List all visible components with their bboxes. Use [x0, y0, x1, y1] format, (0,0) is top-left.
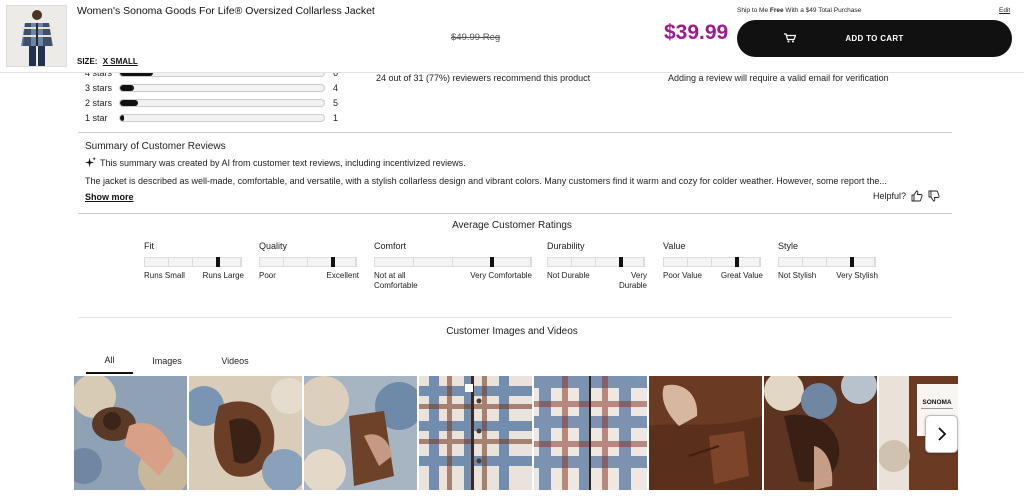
thumbs-down-icon[interactable] — [928, 190, 940, 202]
star-row-label: 2 stars — [85, 98, 113, 108]
product-thumbnail[interactable] — [6, 5, 67, 67]
ship-prefix: Ship to Me — [737, 7, 770, 14]
rating-name: Fit — [144, 241, 154, 251]
rating-marker — [331, 257, 335, 267]
rating-marker — [619, 257, 623, 267]
add-to-cart-button[interactable]: ADD TO CART — [737, 20, 1012, 57]
star-row-fill — [120, 115, 125, 121]
star-row-bar — [119, 99, 325, 107]
size-selection: SIZE: X SMALL — [77, 57, 138, 66]
review-email-note: Adding a review will require a valid ema… — [668, 73, 889, 83]
sonoma-tag-text: SONOMA — [922, 399, 952, 406]
summary-text: The jacket is described as well-made, co… — [85, 176, 887, 186]
rating-scale — [259, 257, 357, 267]
section-divider — [78, 132, 952, 133]
rating-style: Style Not Stylish Very Stylish — [778, 241, 878, 281]
summary-title: Summary of Customer Reviews — [85, 141, 226, 152]
edit-shipping-link[interactable]: Edit — [999, 7, 1010, 14]
rating-marker — [490, 257, 494, 267]
rating-quality: Quality Poor Excellent — [259, 241, 359, 281]
star-row-fill — [120, 100, 139, 106]
rating-durability: Durability Not Durable Very Durable — [547, 241, 647, 291]
rating-name: Durability — [547, 241, 585, 251]
rating-scale — [374, 257, 532, 267]
section-divider — [78, 213, 952, 214]
customer-photo[interactable] — [419, 376, 532, 490]
recommend-text: 24 out of 31 (77%) reviewers recommend t… — [376, 73, 591, 83]
star-row-bar — [119, 84, 325, 92]
rating-marker — [850, 257, 854, 267]
average-ratings-title: Average Customer Ratings — [452, 220, 572, 231]
rating-low-label: Not at all Comfortable — [374, 271, 418, 290]
rating-marker — [216, 257, 220, 267]
tab-all[interactable]: All — [86, 347, 133, 374]
chevron-right-icon — [937, 427, 946, 441]
add-to-cart-label: ADD TO CART — [845, 34, 904, 43]
rating-value: Value Poor Value Great Value — [663, 241, 763, 281]
ai-summary-note: This summary was created by AI from cust… — [85, 157, 466, 168]
star-row-fill — [120, 85, 135, 91]
rating-scale — [144, 257, 242, 267]
star-row-count: 4 — [333, 83, 339, 93]
rating-high-label: Great Value — [720, 271, 763, 280]
ship-free: Free — [769, 7, 784, 14]
rating-scale — [663, 257, 761, 267]
star-row-count: 5 — [333, 98, 339, 108]
rating-high-label: Runs Large — [202, 271, 244, 280]
customer-photo[interactable] — [189, 376, 302, 490]
gallery-next-button[interactable] — [925, 415, 958, 453]
rating-scale — [778, 257, 876, 267]
show-more-link[interactable]: Show more — [85, 192, 134, 202]
customer-media-gallery: SONOMA — [74, 376, 958, 490]
regular-price: $49.99 Reg — [451, 32, 501, 43]
rating-fit: Fit Runs Small Runs Large — [144, 241, 244, 281]
customer-photo[interactable] — [534, 376, 647, 490]
rating-scale — [547, 257, 645, 267]
rating-high-label: Very Comfortable — [470, 271, 532, 280]
product-title: Women's Sonoma Goods For Life® Oversized… — [77, 5, 375, 17]
sale-price: $39.99 — [664, 21, 729, 44]
ai-note-text: This summary was created by AI from cust… — [100, 157, 466, 168]
rating-low-label: Not Stylish — [778, 271, 817, 280]
media-tabs: All Images Videos — [86, 347, 269, 374]
tab-images[interactable]: Images — [133, 347, 201, 374]
rating-name: Style — [778, 241, 799, 251]
size-label: SIZE: — [77, 57, 98, 66]
customer-photo[interactable] — [764, 376, 877, 490]
cart-icon — [784, 33, 796, 43]
rating-name: Value — [663, 241, 686, 251]
helpful-label: Helpful? — [873, 191, 907, 201]
helpful-feedback: Helpful? — [873, 190, 940, 202]
rating-high-label: Excellent — [326, 271, 359, 280]
rating-low-label: Not Durable — [547, 271, 590, 280]
thumbs-up-icon[interactable] — [911, 190, 923, 202]
rating-low-label: Runs Small — [144, 271, 185, 280]
customer-photo[interactable] — [74, 376, 187, 490]
sparkle-icon — [85, 157, 96, 168]
media-title: Customer Images and Videos — [446, 326, 578, 337]
rating-high-label: Very Stylish — [836, 271, 878, 280]
star-row[interactable]: 1 star 1 — [85, 112, 343, 124]
customer-photo[interactable] — [649, 376, 762, 490]
sticky-product-header: Women's Sonoma Goods For Life® Oversized… — [0, 0, 1024, 73]
tab-videos[interactable]: Videos — [201, 347, 269, 374]
rating-high-label: Very Durable — [618, 271, 647, 290]
rating-marker — [735, 257, 739, 267]
rating-name: Comfort — [374, 241, 407, 251]
rating-low-label: Poor — [259, 271, 276, 280]
rating-comfort: Comfort Not at all Comfortable Very Comfor… — [374, 241, 532, 291]
star-row-bar — [119, 114, 325, 122]
size-value[interactable]: X SMALL — [103, 57, 138, 66]
star-row[interactable]: 2 stars 5 — [85, 97, 343, 109]
customer-photo[interactable] — [304, 376, 417, 490]
star-row-count: 1 — [333, 113, 339, 123]
star-row-label: 3 stars — [85, 83, 113, 93]
rating-low-label: Poor Value — [663, 271, 702, 280]
rating-name: Quality — [259, 241, 288, 251]
shipping-note: Ship to Me Free With a $49 Total Purchas… — [737, 7, 861, 14]
section-divider — [78, 317, 952, 318]
ship-suffix: With a $49 Total Purchase — [783, 7, 862, 14]
star-row-label: 1 star — [85, 113, 108, 123]
star-row[interactable]: 3 stars 4 — [85, 82, 343, 94]
